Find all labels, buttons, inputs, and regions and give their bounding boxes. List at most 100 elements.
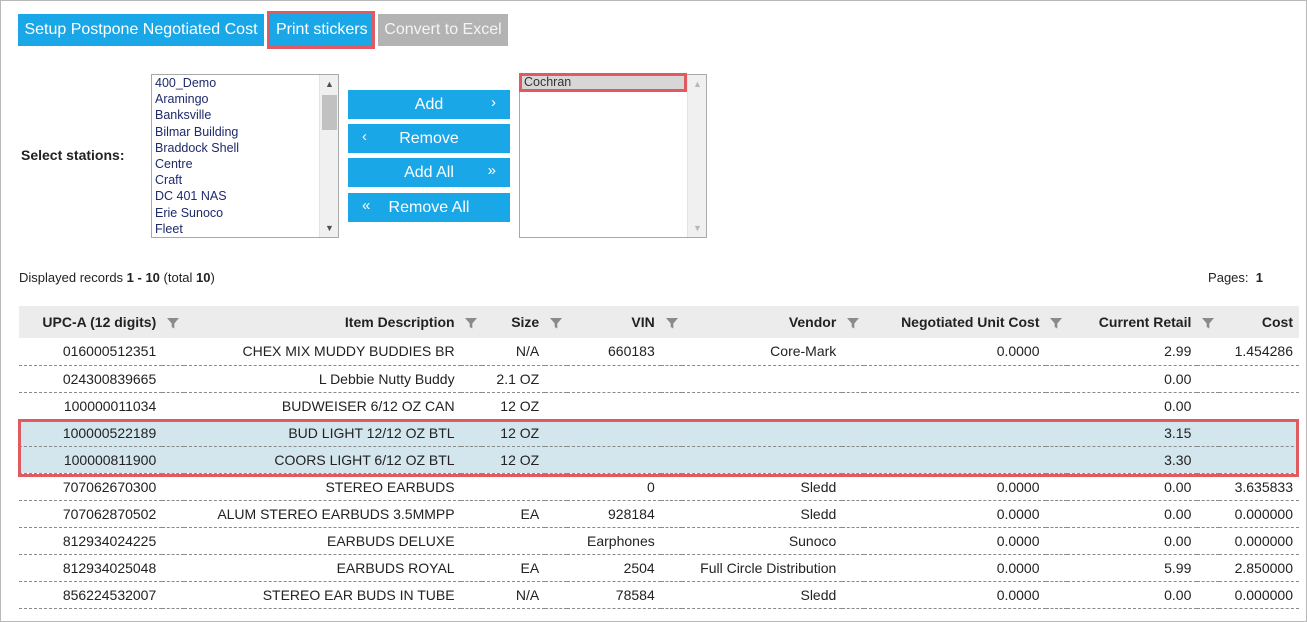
filter-spacer-cell xyxy=(660,581,683,609)
filter-spacer-cell xyxy=(545,500,567,528)
table-cell: 0 xyxy=(566,473,661,501)
column-header[interactable]: Cost xyxy=(1218,306,1299,338)
table-cell: CHEX MIX MUDDY BUDDIES BR xyxy=(183,338,461,366)
remove-all-button-label: Remove All xyxy=(388,199,470,216)
table-cell: 0.0000 xyxy=(863,554,1046,582)
filter-spacer-cell xyxy=(1197,338,1219,366)
table-row[interactable]: 856224532007 STEREO EAR BUDS IN TUBE N/A 78… xyxy=(19,581,1299,609)
available-stations-list[interactable]: 400_Demo Aramingo Banksville Bilmar Buildin… xyxy=(151,74,339,238)
column-header[interactable]: Size xyxy=(482,306,546,338)
filter-spacer-cell xyxy=(660,500,683,528)
column-header[interactable]: Negotiated Unit Cost xyxy=(863,306,1046,338)
add-button[interactable]: Add › xyxy=(348,90,510,119)
table-cell: COORS LIGHT 6/12 OZ BTL xyxy=(183,446,461,474)
filter-spacer-cell xyxy=(460,446,483,474)
table-cell: BUDWEISER 6/12 OZ CAN xyxy=(183,392,461,420)
table-row[interactable]: 707062870502 ALUM STEREO EARBUDS 3.5MMPP E… xyxy=(19,500,1299,528)
filter-spacer-cell xyxy=(1045,446,1068,474)
station-option[interactable]: Bilmar Building xyxy=(152,124,338,140)
table-row[interactable]: 016000512351 CHEX MIX MUDDY BUDDIES BR N/A… xyxy=(19,338,1299,366)
table-cell: 024300839665 xyxy=(19,365,163,393)
station-option[interactable]: Aramingo xyxy=(152,91,338,107)
available-list-scrollbar[interactable]: ▲ ▼ xyxy=(319,75,338,237)
remove-button[interactable]: ‹ Remove xyxy=(348,124,510,153)
table-row[interactable]: 024300839665 L Debbie Nutty Buddy 2.1 OZ 0.… xyxy=(19,365,1299,393)
scroll-thumb[interactable] xyxy=(322,95,337,130)
station-option[interactable]: Fleet xyxy=(152,221,338,237)
records-prefix: Displayed records xyxy=(19,270,127,285)
column-header[interactable]: Item Description xyxy=(183,306,461,338)
table-row[interactable]: 100000522189 BUD LIGHT 12/12 OZ BTL 12 OZ 3… xyxy=(19,419,1299,447)
table-cell: EARBUDS ROYAL xyxy=(183,554,461,582)
filter-icon[interactable] xyxy=(842,306,864,338)
table-row[interactable]: 707062670300 STEREO EARBUDS 0 Sledd 0.0000 0.… xyxy=(19,473,1299,501)
table-cell xyxy=(566,446,661,474)
records-suffix: ) xyxy=(210,270,215,285)
table-cell: N/A xyxy=(482,338,546,366)
table-cell: 0.00 xyxy=(1067,365,1198,393)
filter-spacer-cell xyxy=(545,338,567,366)
filter-spacer-cell xyxy=(1045,554,1068,582)
filter-spacer-cell xyxy=(460,419,483,447)
table-cell: Sunoco xyxy=(682,527,843,555)
setup-postpone-negotiated-cost-button[interactable]: Setup Postpone Negotiated Cost xyxy=(18,14,264,46)
scroll-down-icon[interactable]: ▼ xyxy=(320,219,338,237)
add-all-button[interactable]: Add All » xyxy=(348,158,510,187)
table-cell xyxy=(566,419,661,447)
column-header[interactable]: UPC-A (12 digits) xyxy=(19,306,163,338)
column-header[interactable]: VIN xyxy=(566,306,661,338)
column-header[interactable]: Current Retail xyxy=(1067,306,1198,338)
column-header[interactable]: Vendor xyxy=(682,306,843,338)
filter-spacer-cell xyxy=(1197,527,1219,555)
filter-icon[interactable] xyxy=(1197,306,1219,338)
filter-spacer-cell xyxy=(1045,500,1068,528)
station-option[interactable]: Braddock Shell xyxy=(152,140,338,156)
table-cell: 812934024225 xyxy=(19,527,163,555)
station-option[interactable]: 400_Demo xyxy=(152,75,338,91)
table-cell xyxy=(566,392,661,420)
filter-icon[interactable] xyxy=(162,306,184,338)
filter-spacer-cell xyxy=(162,581,184,609)
filter-icon[interactable] xyxy=(1045,306,1068,338)
table-cell: 0.000000 xyxy=(1218,581,1299,609)
table-cell xyxy=(566,365,661,393)
print-stickers-button[interactable]: Print stickers xyxy=(267,11,375,49)
filter-spacer-cell xyxy=(162,473,184,501)
table-cell: 660183 xyxy=(566,338,661,366)
station-option[interactable]: Craft xyxy=(152,172,338,188)
table-row[interactable]: 100000811900 COORS LIGHT 6/12 OZ BTL 12 OZ… xyxy=(19,446,1299,474)
filter-spacer-cell xyxy=(660,419,683,447)
scroll-up-icon[interactable]: ▲ xyxy=(320,75,338,93)
filter-spacer-cell xyxy=(460,581,483,609)
station-option[interactable]: Erie Sunoco xyxy=(152,205,338,221)
table-cell: 3.635833 xyxy=(1218,473,1299,501)
filter-spacer-cell xyxy=(1197,365,1219,393)
displayed-records-info: Displayed records 1 - 10 (total 10) xyxy=(19,270,215,285)
table-cell: STEREO EAR BUDS IN TUBE xyxy=(183,581,461,609)
filter-icon[interactable] xyxy=(460,306,483,338)
filter-spacer-cell xyxy=(842,527,864,555)
table-cell: 856224532007 xyxy=(19,581,163,609)
station-option[interactable]: DC 401 NAS xyxy=(152,188,338,204)
filter-icon[interactable] xyxy=(660,306,683,338)
table-cell: 12 OZ xyxy=(482,392,546,420)
records-range: 1 - 10 xyxy=(126,270,160,285)
page-number-link[interactable]: 1 xyxy=(1256,270,1263,285)
selected-station-cochran[interactable]: Cochran xyxy=(519,73,687,92)
table-row[interactable]: 100000011034 BUDWEISER 6/12 OZ CAN 12 OZ 0.… xyxy=(19,392,1299,420)
selected-stations-list[interactable]: ▲ ▼ xyxy=(519,74,707,238)
filter-spacer-cell xyxy=(660,473,683,501)
table-cell: N/A xyxy=(482,581,546,609)
scroll-up-icon: ▲ xyxy=(693,79,702,89)
table-row[interactable]: 812934025048 EARBUDS ROYAL EA 2504 Full Circ… xyxy=(19,554,1299,582)
table-cell: 3.15 xyxy=(1067,419,1198,447)
filter-icon[interactable] xyxy=(545,306,567,338)
table-cell: 812934025048 xyxy=(19,554,163,582)
filter-spacer-cell xyxy=(660,392,683,420)
filter-spacer-cell xyxy=(162,338,184,366)
table-cell xyxy=(682,392,843,420)
station-option[interactable]: Banksville xyxy=(152,107,338,123)
remove-all-button[interactable]: « Remove All xyxy=(348,193,510,222)
table-row[interactable]: 812934024225 EARBUDS DELUXE Earphones Sunoc… xyxy=(19,527,1299,555)
station-option[interactable]: Centre xyxy=(152,156,338,172)
